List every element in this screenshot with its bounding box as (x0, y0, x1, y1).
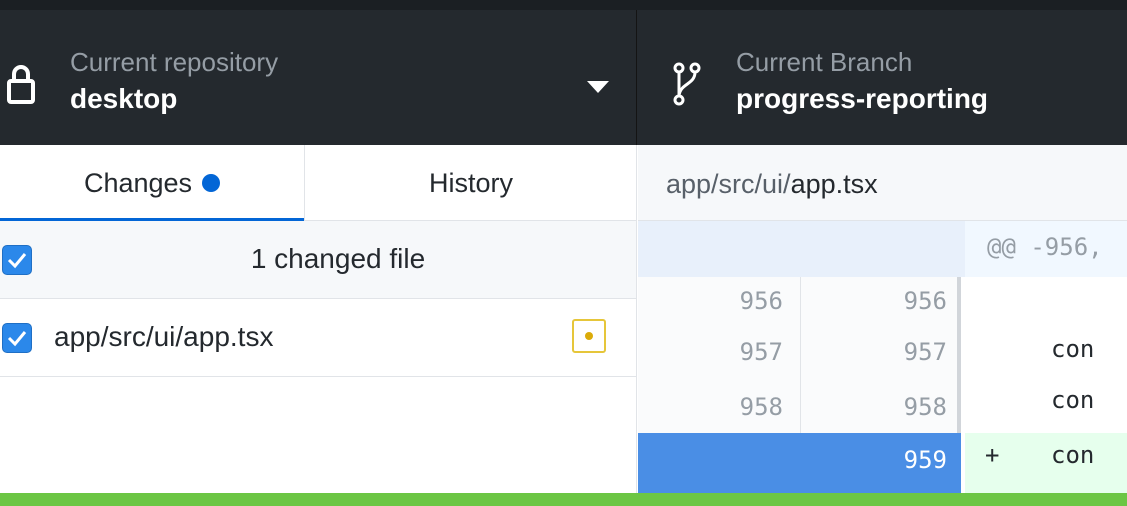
new-line-number[interactable]: 959 (801, 446, 947, 474)
branch-selector[interactable]: Current Branch progress-reporting (638, 10, 1127, 145)
diff-file-path: app/src/ui/app.tsx (666, 169, 878, 200)
check-icon (7, 331, 27, 347)
old-line-number[interactable]: 957 (638, 338, 783, 366)
diff-line-code: con (1051, 386, 1095, 414)
repository-selector[interactable]: Current repository desktop (0, 10, 637, 145)
diff-path-prefix: app/src/ui/ (666, 169, 791, 199)
diff-line-sign: + (985, 441, 1000, 469)
changes-indicator-dot (202, 174, 221, 192)
diff-header: app/src/ui/app.tsx (638, 145, 1127, 221)
hunk-header-gutter[interactable] (638, 221, 965, 277)
changes-list: 1 changed file app/src/ui/app.tsx (0, 221, 637, 506)
diff-path-file: app.tsx (790, 169, 878, 199)
old-line-number[interactable]: 958 (638, 393, 783, 421)
bottom-accent-bar (0, 493, 1127, 506)
tab-history[interactable]: History (305, 145, 637, 221)
branch-name: progress-reporting (736, 83, 989, 114)
branch-label: Current Branch (736, 47, 913, 77)
repository-name: desktop (70, 83, 178, 114)
new-line-number[interactable]: 956 (801, 287, 947, 315)
new-line-number[interactable]: 958 (801, 393, 947, 421)
new-line-number[interactable]: 957 (801, 338, 947, 366)
tab-history-label: History (428, 167, 513, 198)
file-include-checkbox[interactable] (2, 323, 32, 353)
file-path: app/src/ui/app.tsx (54, 321, 274, 352)
file-modified-icon (572, 319, 606, 353)
diff-view: @@ -956, 956 956 957 957 con 958 958 con… (638, 221, 1127, 506)
diff-line-code: con (1051, 441, 1095, 469)
tab-changes[interactable]: Changes (0, 145, 305, 222)
file-list-item[interactable]: app/src/ui/app.tsx (0, 299, 636, 377)
sidebar-tabs: Changes History (0, 145, 637, 222)
git-branch-icon (673, 62, 701, 106)
changed-files-count: 1 changed file (250, 243, 426, 274)
chevron-down-icon (587, 81, 609, 93)
changes-list-header: 1 changed file (0, 221, 636, 299)
hunk-header-text: @@ -956, (987, 233, 1103, 261)
lock-icon (7, 65, 35, 104)
repository-label: Current repository (70, 47, 279, 77)
app-toolbar: Current repository desktop Current Branc… (0, 0, 1127, 145)
old-line-number[interactable]: 956 (638, 287, 783, 315)
tab-changes-label: Changes (83, 167, 193, 198)
diff-line-code: con (1051, 335, 1095, 363)
